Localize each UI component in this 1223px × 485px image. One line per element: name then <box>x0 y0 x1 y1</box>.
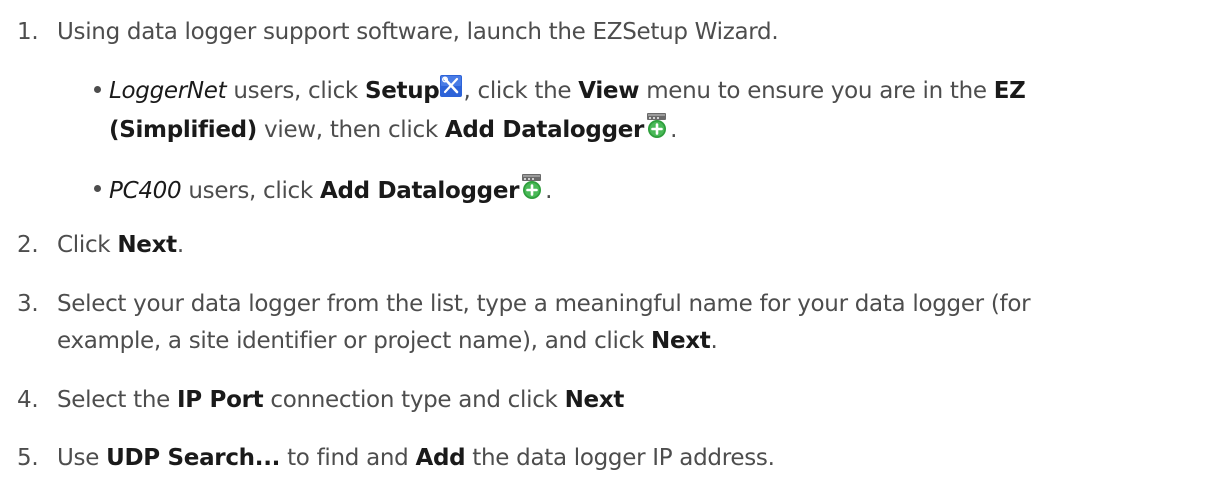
step-text-part: example, a site identifier or project na… <box>57 328 651 354</box>
step-number: 5. <box>17 445 39 471</box>
step-text-part: the data logger IP address. <box>465 445 775 471</box>
bullet-text: LoggerNet users, click Setup , click the… <box>109 75 1026 106</box>
step-number: 2. <box>17 232 39 258</box>
bullet-text-part: view, then click <box>257 117 445 143</box>
step-text-part: to find and <box>280 445 416 471</box>
step-text: Use UDP Search... to find and Add the da… <box>57 443 775 473</box>
bullet-text-continued: (Simplified) view, then click Add Datalo… <box>109 112 677 145</box>
software-name: PC400 <box>109 178 182 204</box>
ui-term-next: Next <box>564 387 625 413</box>
step-number: 1. <box>17 19 39 45</box>
step-number: 3. <box>17 291 39 317</box>
bullet-text-part: users, click <box>226 78 365 104</box>
bullet-text-part: users, click <box>181 178 320 204</box>
ui-term-add: Add <box>415 445 466 471</box>
bullet-text-part: . <box>545 178 553 204</box>
software-name: LoggerNet <box>109 78 227 104</box>
step-text: Click Next. <box>57 230 184 260</box>
step-text: Select your data logger from the list, t… <box>57 289 1031 319</box>
ui-term-setup: Setup <box>364 78 440 104</box>
bullet-dot <box>94 86 101 93</box>
ui-term-udp-search: UDP Search... <box>106 445 281 471</box>
step-text-part: . <box>710 328 718 354</box>
step-text-part: Using data logger support software, laun… <box>57 19 779 45</box>
ui-term-ip-port: IP Port <box>177 387 264 413</box>
bullet-text: PC400 users, click Add Datalogger . <box>109 173 552 206</box>
ui-term-view: View <box>578 78 640 104</box>
step-text: Using data logger support software, laun… <box>57 17 779 47</box>
step-text-part: . <box>176 232 184 258</box>
bullet-text-part: , click the <box>463 78 579 104</box>
step-text-part: Select the <box>57 387 178 413</box>
bullet-text-part: menu to ensure you are in the <box>639 78 994 104</box>
step-text-continued: example, a site identifier or project na… <box>57 326 718 356</box>
bullet-dot <box>94 185 101 192</box>
setup-tools-icon <box>440 75 463 97</box>
instruction-list: 1. Using data logger support software, l… <box>0 0 1223 485</box>
add-datalogger-icon <box>647 113 667 138</box>
step-text-part: connection type and click <box>263 387 565 413</box>
step-text-part: Select your data logger from the list, t… <box>57 291 1031 317</box>
add-datalogger-icon <box>522 174 542 199</box>
step-number: 4. <box>17 387 39 413</box>
step-text-part: Click <box>57 232 118 258</box>
ui-term-add-datalogger: Add Datalogger <box>319 178 520 204</box>
step-text-part: Use <box>57 445 107 471</box>
bullet-text-part: . <box>670 117 678 143</box>
step-text: Select the IP Port connection type and c… <box>57 385 624 415</box>
ui-term-simplified: (Simplified) <box>109 117 258 143</box>
ui-term-add-datalogger: Add Datalogger <box>444 117 645 143</box>
ui-term-ez: EZ <box>993 78 1026 104</box>
ui-term-next: Next <box>651 328 711 354</box>
ui-term-next: Next <box>117 232 177 258</box>
